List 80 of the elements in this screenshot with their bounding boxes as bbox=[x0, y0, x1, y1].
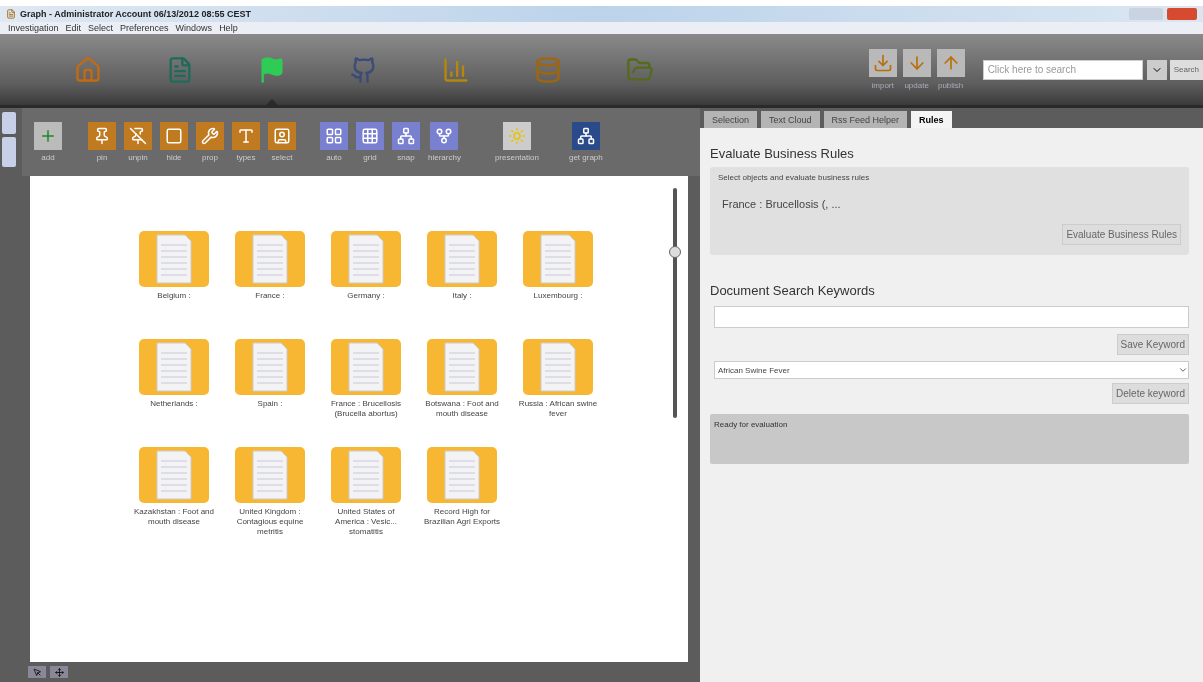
side-tab[interactable] bbox=[2, 137, 16, 167]
document-label: United Kingdom : Contagious equine metritis bbox=[235, 507, 305, 537]
plus-icon bbox=[39, 127, 57, 145]
keyword-field[interactable] bbox=[714, 306, 1189, 328]
graph-icon bbox=[576, 127, 595, 145]
section-heading: Evaluate Business Rules bbox=[710, 146, 855, 161]
tool-button[interactable]: presentation bbox=[494, 122, 539, 162]
panel-tab[interactable]: Rss Feed Helper bbox=[823, 111, 908, 128]
unpin-icon bbox=[129, 127, 147, 145]
import-icon bbox=[872, 53, 893, 73]
save-keyword-button[interactable]: Save Keyword bbox=[1116, 334, 1189, 355]
panel-tab[interactable]: Selection bbox=[704, 111, 758, 128]
delete-keyword-button[interactable]: Delete keyword bbox=[1112, 383, 1189, 404]
group-legend: Select objects and evaluate business rules bbox=[718, 173, 1181, 182]
document-label: Record High for Brazilian Agri Exports bbox=[423, 507, 501, 527]
document-icon[interactable] bbox=[139, 447, 209, 503]
menu-item[interactable]: Investigation bbox=[8, 23, 59, 33]
layout-icon bbox=[325, 127, 343, 145]
window-title: Graph - Administrator Account 06/13/2012 08:55 CEST bbox=[20, 9, 251, 19]
search-field[interactable]: Click here to search bbox=[982, 59, 1143, 80]
dropdown-button[interactable] bbox=[1146, 59, 1167, 80]
home-icon bbox=[74, 55, 102, 84]
document-label: Kazakhstan : Foot and mouth disease bbox=[132, 507, 216, 527]
sun-icon bbox=[507, 127, 526, 145]
menu-item[interactable]: Select bbox=[88, 23, 114, 33]
slider-thumb[interactable] bbox=[669, 246, 681, 259]
document-icon[interactable] bbox=[523, 339, 593, 395]
panel-tab[interactable]: Rules bbox=[911, 111, 952, 128]
search-button[interactable]: Search bbox=[1169, 59, 1203, 80]
menu-item[interactable]: Windows bbox=[175, 23, 213, 33]
document-icon[interactable] bbox=[331, 339, 401, 395]
caret-icon bbox=[1178, 365, 1188, 375]
menu-item[interactable]: Edit bbox=[65, 23, 82, 33]
types-icon bbox=[237, 127, 255, 145]
menu-item[interactable]: Help bbox=[219, 23, 238, 33]
side-tab[interactable] bbox=[2, 112, 16, 134]
move-button[interactable] bbox=[50, 666, 68, 678]
bar-chart-icon bbox=[442, 55, 470, 84]
wrench-icon bbox=[201, 127, 219, 145]
document-label: Belgium : bbox=[156, 291, 192, 301]
pin-icon bbox=[93, 127, 111, 145]
document-label: Botswana : Foot and mouth disease bbox=[424, 399, 500, 419]
document-label: Germany : bbox=[346, 291, 386, 301]
keyword-select[interactable]: African Swine Fever bbox=[714, 361, 1189, 379]
document-icon[interactable] bbox=[235, 339, 305, 395]
square-icon bbox=[165, 127, 183, 145]
document-icon[interactable] bbox=[139, 231, 209, 287]
document-icon[interactable] bbox=[235, 447, 305, 503]
grid-icon bbox=[361, 127, 379, 145]
status-text: Ready for evaluation bbox=[710, 414, 1189, 464]
pointer-button[interactable] bbox=[28, 666, 46, 678]
document-label: Luxembourg : bbox=[532, 291, 584, 301]
document-label: France : bbox=[254, 291, 286, 301]
database-icon bbox=[534, 55, 562, 84]
app-icon bbox=[6, 9, 16, 19]
close-button[interactable] bbox=[1167, 8, 1197, 20]
selection-text: France : Brucellosis (, ... bbox=[722, 198, 842, 210]
document-label: Italy : bbox=[451, 291, 473, 301]
document-icon[interactable] bbox=[427, 447, 497, 503]
person-icon bbox=[273, 127, 291, 145]
document-icon[interactable] bbox=[523, 231, 593, 287]
move-icon bbox=[54, 667, 64, 677]
document-label: Netherlands : bbox=[149, 399, 199, 409]
section-heading: Document Search Keywords bbox=[710, 283, 876, 298]
pointer-icon bbox=[32, 667, 42, 677]
document-icon[interactable] bbox=[235, 231, 305, 287]
document-label: United States of America : Vesic... stomatitis bbox=[334, 507, 398, 537]
document-icon[interactable] bbox=[139, 339, 209, 395]
hierarchy-icon bbox=[435, 127, 454, 145]
document-icon[interactable] bbox=[331, 447, 401, 503]
document-label: France : Brucellosis (Brucella abortus) bbox=[329, 399, 403, 419]
evaluate-button[interactable]: Evaluate Business Rules bbox=[1062, 224, 1181, 245]
document-icon[interactable] bbox=[427, 339, 497, 395]
snap-icon bbox=[397, 127, 415, 145]
panel-tab[interactable]: Text Cloud bbox=[761, 111, 820, 128]
menu-item[interactable]: Preferences bbox=[120, 23, 169, 33]
document-label: Spain : bbox=[256, 399, 284, 409]
document-icon[interactable] bbox=[427, 231, 497, 287]
document-label: Russia : African swine fever bbox=[517, 399, 599, 419]
document-icon[interactable] bbox=[331, 231, 401, 287]
